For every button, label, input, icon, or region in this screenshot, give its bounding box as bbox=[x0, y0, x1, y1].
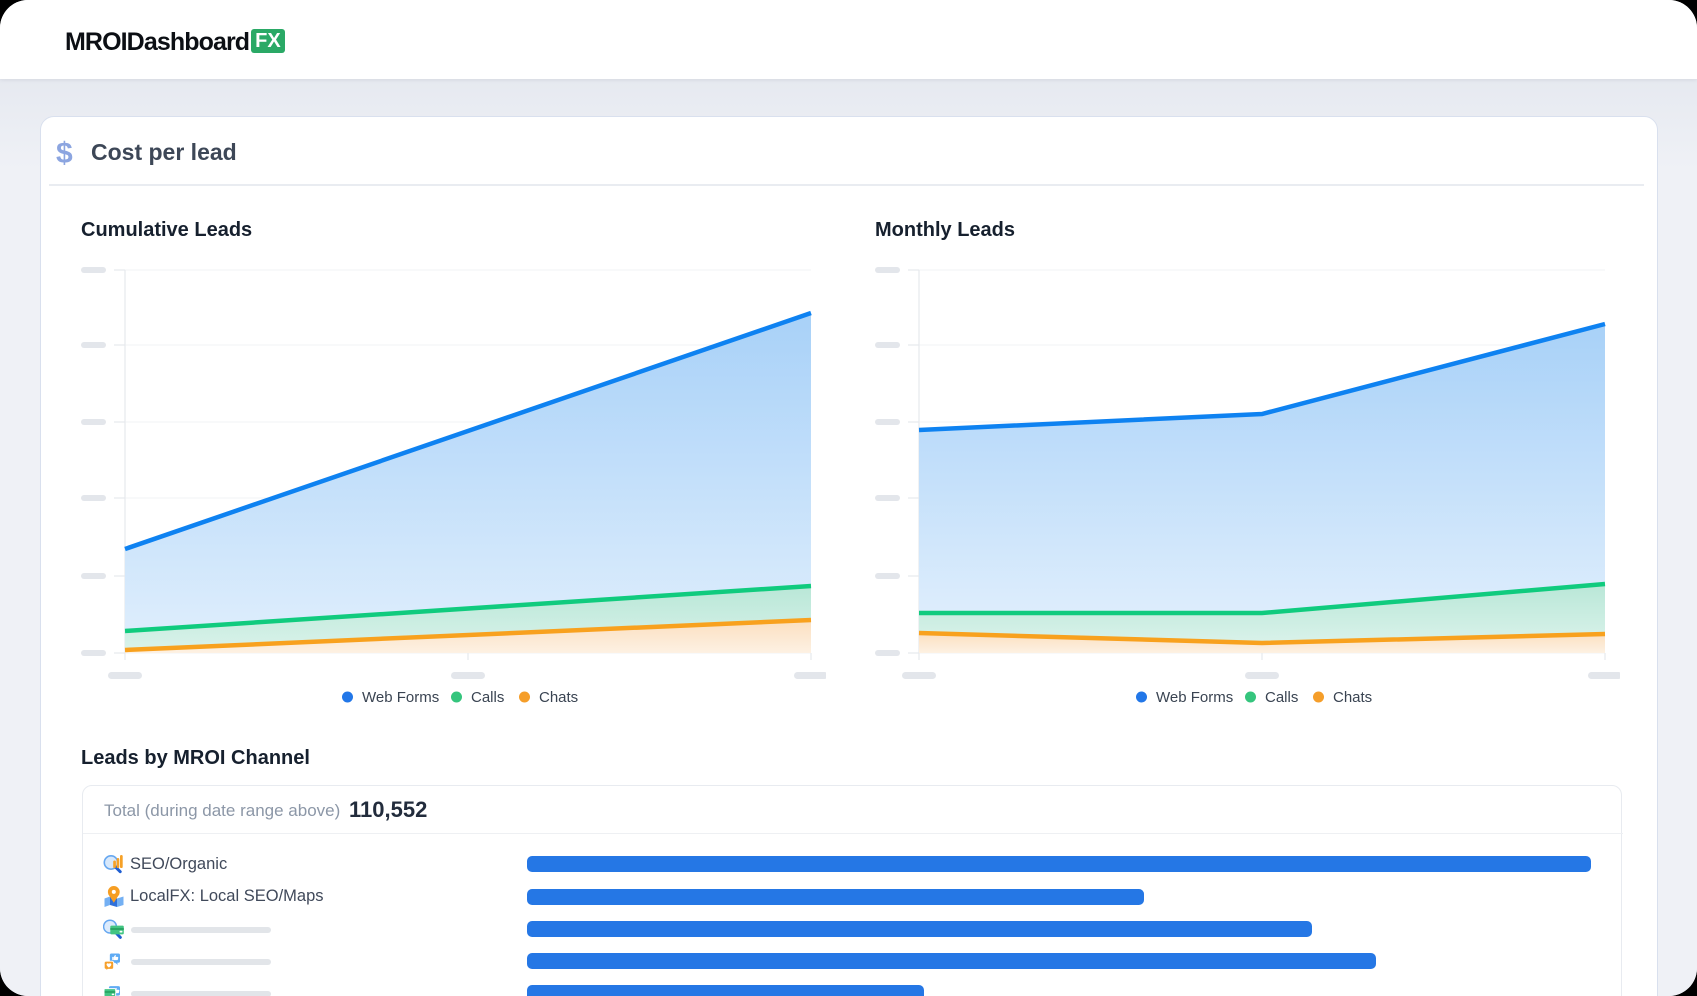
svg-text:Calls: Calls bbox=[1265, 689, 1298, 706]
svg-text:Chats: Chats bbox=[1333, 689, 1372, 706]
svg-text:Calls: Calls bbox=[471, 689, 504, 706]
svg-text:Web Forms: Web Forms bbox=[1156, 689, 1233, 706]
svg-text:Chats: Chats bbox=[539, 689, 578, 706]
svg-text:Web Forms: Web Forms bbox=[362, 689, 439, 706]
